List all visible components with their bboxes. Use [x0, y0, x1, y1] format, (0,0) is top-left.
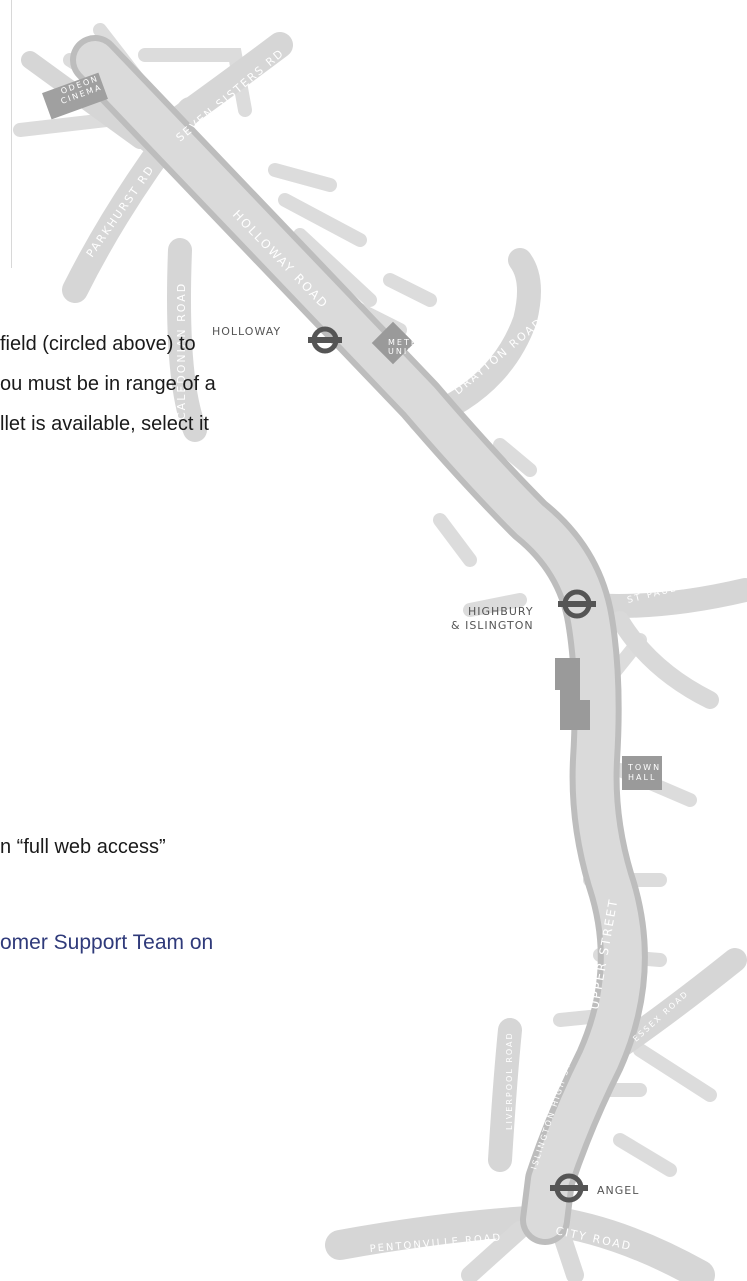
canonbury-road [611, 611, 719, 709]
town-hall-label-1: TOWN [627, 763, 661, 772]
street-map: ODEON CINEMA SEVEN SISTERS RD PARKHURST … [13, 23, 747, 1281]
body-text-line-2: ou must be in range of a [0, 373, 216, 395]
body-text-line-3: llet is available, select it [0, 413, 209, 435]
highbury-label-2: & ISLINGTON [451, 619, 534, 632]
highbury-label-1: HIGHBURY [468, 605, 534, 618]
body-text-line-1: field (circled above) to [0, 333, 196, 355]
drayton-road-label: DRAYTON ROAD [452, 315, 546, 397]
body-text-line-4: n “full web access” [0, 836, 166, 858]
holloway-station-label: HOLLOWAY [212, 325, 281, 338]
metropolitan-label-2: UNIVERS [388, 347, 437, 356]
metropolitan-label-1: METROP [388, 338, 434, 347]
angel-label: ANGEL [597, 1184, 639, 1197]
customer-support-link[interactable]: omer Support Team on [0, 931, 213, 955]
town-hall-label-2: HALL [628, 773, 656, 782]
parkhurst-rd-label: PARKHURST RD [84, 162, 158, 259]
liverpool-road-label: LIVERPOOL ROAD [505, 1031, 514, 1130]
page: ODEON CINEMA SEVEN SISTERS RD PARKHURST … [0, 0, 747, 1281]
